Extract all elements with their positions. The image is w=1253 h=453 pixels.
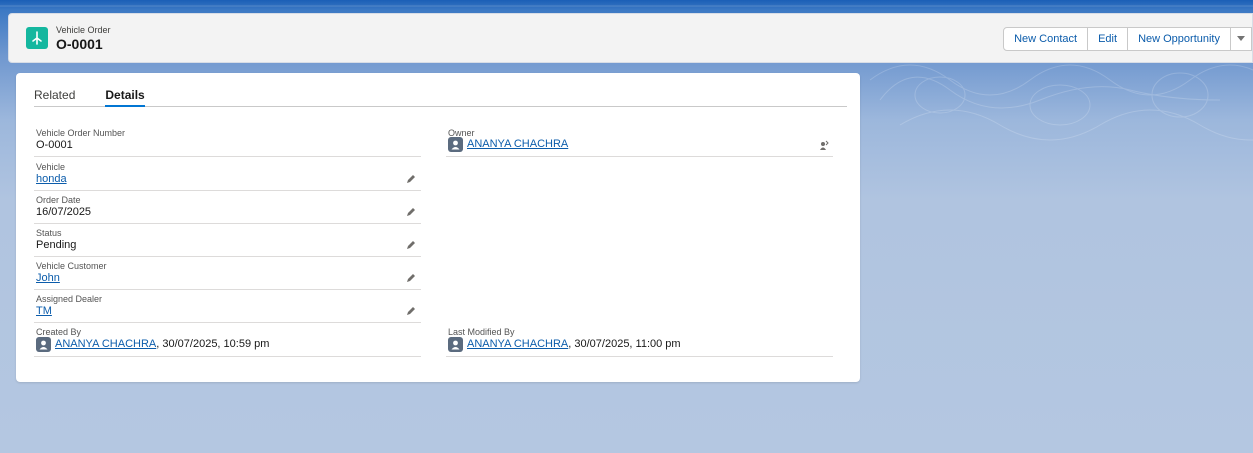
- record-header: Vehicle Order O-0001 New Contact Edit Ne…: [8, 13, 1253, 63]
- field-value: Pending: [36, 239, 77, 251]
- pencil-icon[interactable]: [406, 174, 416, 184]
- pencil-icon[interactable]: [406, 240, 416, 250]
- pencil-icon[interactable]: [406, 207, 416, 217]
- change-owner-icon[interactable]: [819, 140, 829, 151]
- object-label: Vehicle Order: [56, 24, 111, 35]
- field-label: Order Date: [36, 195, 81, 205]
- field-label: Vehicle: [36, 162, 66, 172]
- last-modified-timestamp: , 30/07/2025, 11:00 pm: [568, 338, 681, 350]
- field-value: O-0001: [36, 139, 73, 151]
- record-title-block: Vehicle Order O-0001: [56, 25, 111, 52]
- field-assigned-dealer: Assigned Dealer TM: [34, 294, 421, 323]
- user-icon: [451, 340, 460, 350]
- created-by-user-link[interactable]: ANANYA CHACHRA: [55, 338, 156, 351]
- field-vehicle-customer: Vehicle Customer John: [34, 261, 421, 290]
- new-contact-button[interactable]: New Contact: [1003, 27, 1089, 51]
- field-last-modified-by: Last Modified By ANANYA CHACHRA , 30/07/…: [446, 327, 833, 357]
- field-vehicle: Vehicle honda: [34, 162, 421, 191]
- vehicle-customer-link[interactable]: John: [36, 272, 60, 285]
- created-by-timestamp: , 30/07/2025, 10:59 pm: [156, 338, 270, 350]
- tab-details[interactable]: Details: [105, 85, 145, 107]
- last-modified-by-user-link[interactable]: ANANYA CHACHRA: [467, 338, 568, 351]
- avatar: [448, 337, 463, 352]
- field-owner: Owner ANANYA CHACHRA: [446, 128, 833, 157]
- pencil-icon[interactable]: [406, 306, 416, 316]
- vehicle-order-icon: [26, 27, 48, 49]
- pencil-icon[interactable]: [406, 273, 416, 283]
- action-button-group: New Contact Edit New Opportunity: [1003, 27, 1252, 51]
- record-title: O-0001: [56, 35, 103, 52]
- avatar: [448, 137, 463, 152]
- new-opportunity-button[interactable]: New Opportunity: [1127, 27, 1231, 51]
- details-card: Related Details Vehicle Order Number O-0…: [16, 73, 860, 382]
- user-icon: [39, 340, 48, 350]
- field-label: Vehicle Order Number: [36, 128, 126, 138]
- user-icon: [451, 140, 460, 150]
- field-created-by: Created By ANANYA CHACHRA , 30/07/2025, …: [34, 327, 421, 357]
- chevron-down-icon: [1237, 36, 1245, 41]
- field-value: ANANYA CHACHRA , 30/07/2025, 11:00 pm: [448, 337, 681, 352]
- field-label: Vehicle Customer: [36, 261, 107, 271]
- field-vehicle-order-number: Vehicle Order Number O-0001: [34, 128, 421, 157]
- edit-button[interactable]: Edit: [1087, 27, 1129, 51]
- field-status: Status Pending: [34, 228, 421, 257]
- field-label: Status: [36, 228, 62, 238]
- field-value: ANANYA CHACHRA: [448, 137, 568, 152]
- tab-bar: Related Details: [34, 85, 847, 107]
- field-label: Assigned Dealer: [36, 294, 103, 304]
- field-value: 16/07/2025: [36, 206, 92, 218]
- avatar: [36, 337, 51, 352]
- tab-related[interactable]: Related: [34, 85, 75, 107]
- vehicle-link[interactable]: honda: [36, 173, 67, 186]
- assigned-dealer-link[interactable]: TM: [36, 305, 52, 318]
- owner-user-link[interactable]: ANANYA CHACHRA: [467, 138, 568, 151]
- field-order-date: Order Date 16/07/2025: [34, 195, 421, 224]
- more-actions-button[interactable]: [1230, 27, 1252, 51]
- field-value: ANANYA CHACHRA , 30/07/2025, 10:59 pm: [36, 337, 269, 352]
